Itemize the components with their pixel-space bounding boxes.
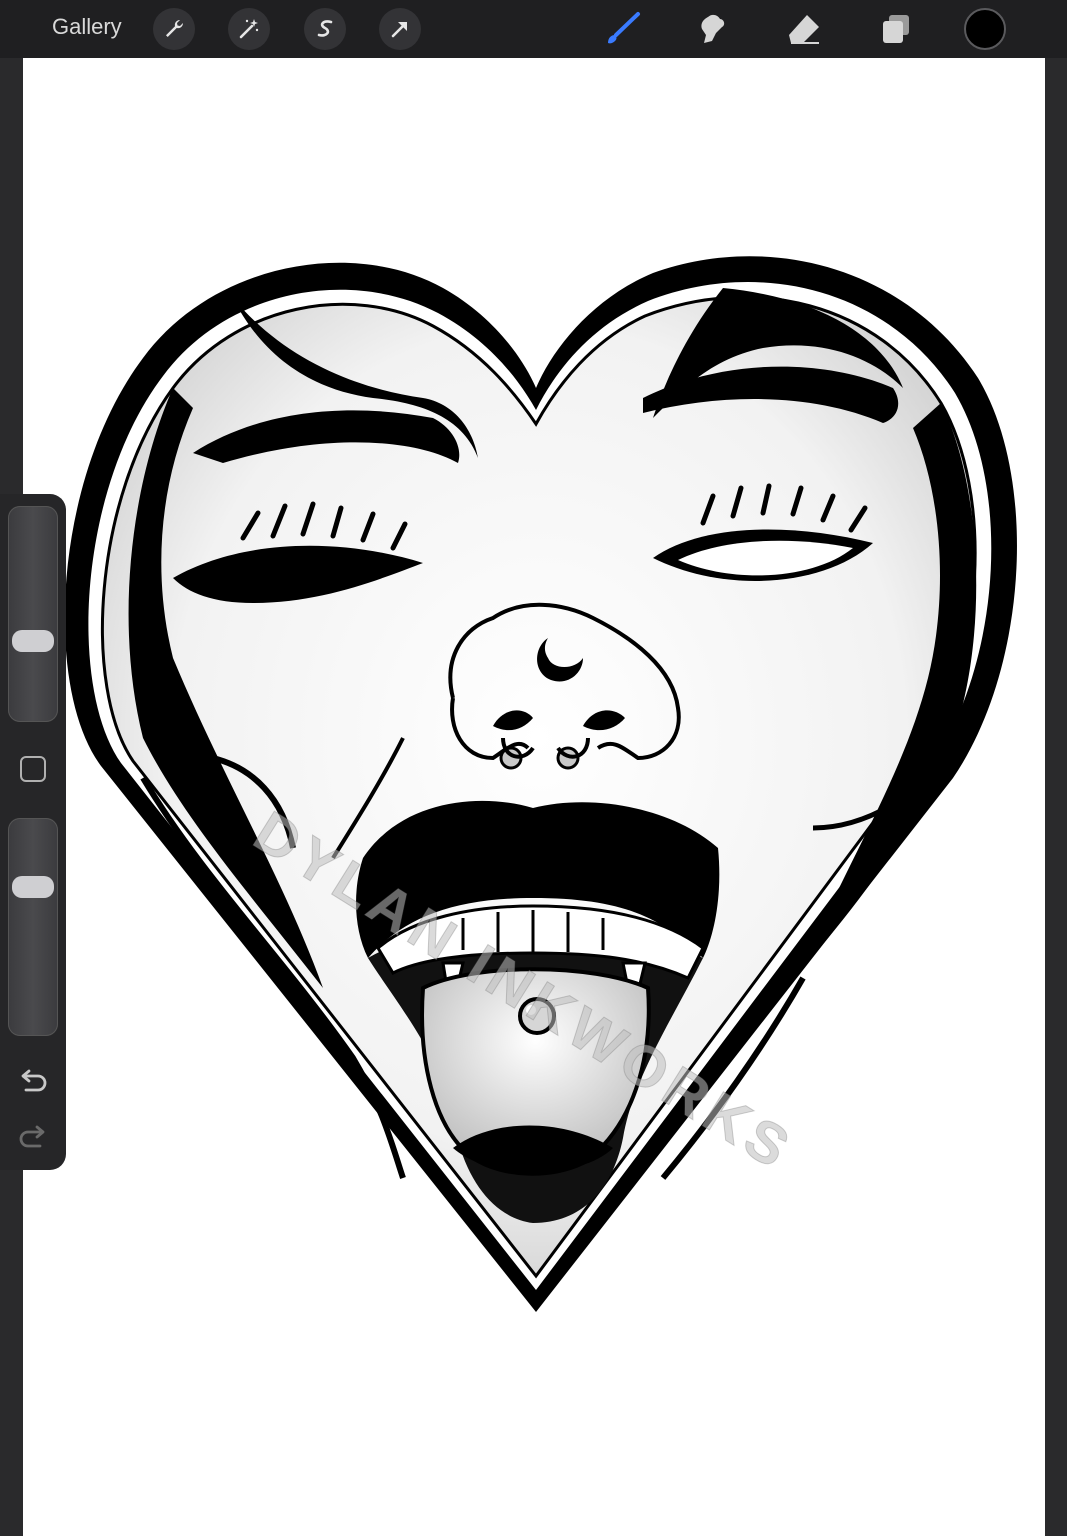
- smudge-tool-button[interactable]: [690, 8, 734, 50]
- undo-button[interactable]: [16, 1064, 50, 1098]
- magic-wand-icon: [239, 19, 259, 39]
- side-controls: [0, 494, 66, 1170]
- brush-icon: [608, 12, 640, 44]
- undo-icon: [21, 1069, 47, 1092]
- selection-button[interactable]: [304, 8, 346, 50]
- gallery-button[interactable]: Gallery: [52, 14, 122, 40]
- redo-icon: [19, 1125, 45, 1148]
- drawing-canvas[interactable]: DYLAN INKWORKS: [23, 58, 1045, 1536]
- eraser-tool-button[interactable]: [782, 8, 826, 50]
- transform-arrow-icon: [391, 22, 407, 38]
- top-toolbar: Gallery: [0, 0, 1067, 58]
- modify-button[interactable]: [20, 756, 46, 782]
- opacity-slider[interactable]: [8, 818, 58, 1036]
- layers-icon: [883, 15, 909, 43]
- eraser-icon: [789, 15, 819, 44]
- actions-button[interactable]: [153, 8, 195, 50]
- brush-size-slider[interactable]: [8, 506, 58, 722]
- opacity-thumb[interactable]: [12, 875, 54, 898]
- smudge-icon: [701, 14, 725, 43]
- layers-button[interactable]: [873, 8, 917, 50]
- brush-tool-button[interactable]: [600, 8, 644, 50]
- heart-face-illustration: [64, 256, 1017, 1312]
- redo-button[interactable]: [16, 1120, 50, 1154]
- selection-icon: [317, 20, 333, 37]
- color-picker-button[interactable]: [964, 8, 1006, 50]
- adjustments-button[interactable]: [228, 8, 270, 50]
- transform-button[interactable]: [379, 8, 421, 50]
- wrench-icon: [166, 19, 184, 37]
- brush-size-thumb[interactable]: [12, 630, 54, 653]
